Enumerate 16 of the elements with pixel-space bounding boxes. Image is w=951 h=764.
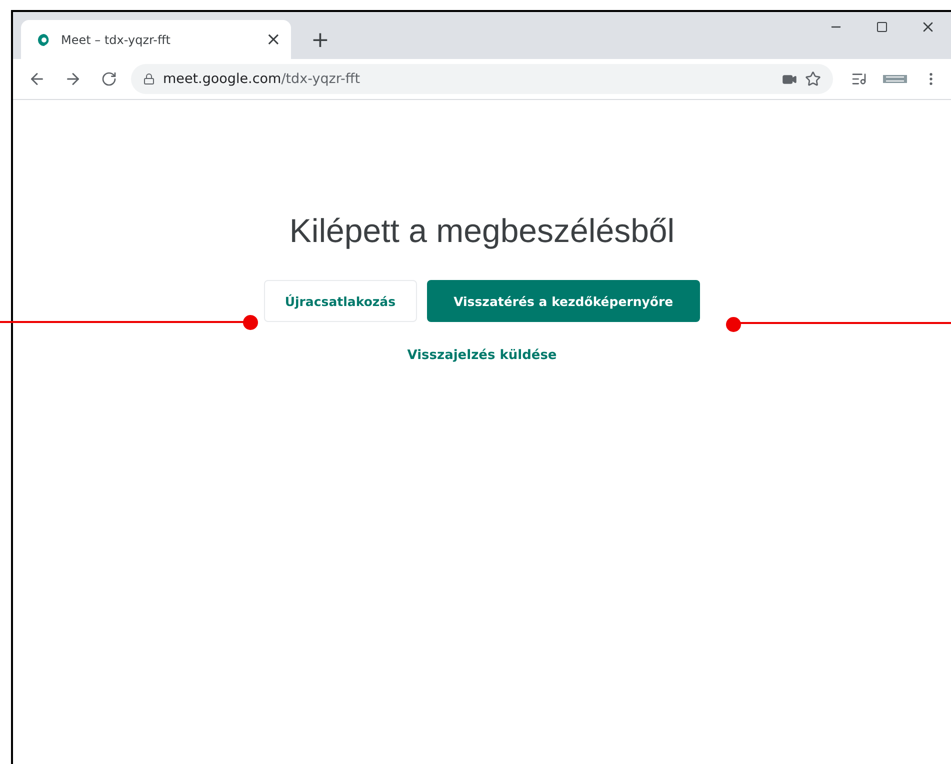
feedback-link[interactable]: Visszajelzés küldése	[407, 348, 557, 363]
browser-tab[interactable]: Meet – tdx-yqzr-fft ×	[21, 20, 291, 59]
back-icon[interactable]	[28, 70, 46, 88]
lock-icon	[143, 73, 155, 85]
address-bar[interactable]: meet.google.com/tdx-yqzr-fft	[131, 64, 833, 94]
star-icon[interactable]	[805, 71, 821, 87]
new-tab-button[interactable]: +	[311, 28, 330, 53]
forward-icon[interactable]	[64, 70, 82, 88]
rejoin-button[interactable]: Újracsatlakozás	[264, 280, 417, 322]
maximize-icon[interactable]	[876, 21, 888, 33]
chat-bubble-icon	[37, 32, 51, 46]
tab-title: Meet – tdx-yqzr-fft	[61, 32, 172, 46]
home-screen-button[interactable]: Visszatérés a kezdőképernyőre	[426, 280, 700, 322]
close-tab-button[interactable]: ×	[266, 29, 281, 50]
reload-icon[interactable]	[101, 71, 117, 87]
page-heading: Kilépett a megbeszélésből	[289, 212, 675, 250]
